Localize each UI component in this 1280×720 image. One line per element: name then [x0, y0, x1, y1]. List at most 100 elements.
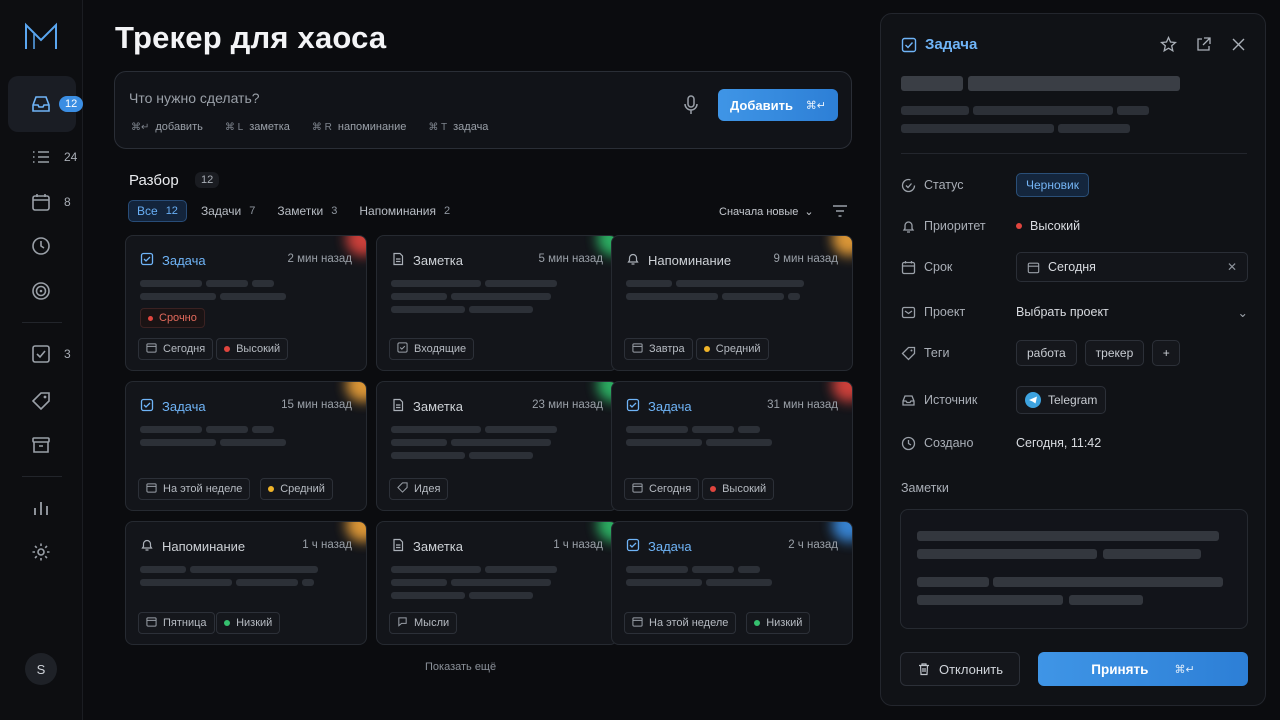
text-placeholder — [626, 579, 702, 586]
gear-icon — [30, 541, 52, 563]
inbox-icon — [30, 93, 52, 115]
field-source: Источник Telegram — [901, 385, 1247, 415]
card-tag[interactable]: На этой неделе — [624, 612, 737, 634]
archive-icon — [30, 434, 52, 456]
filter-tasks[interactable]: Задачи 7 — [193, 200, 263, 222]
filter-notes[interactable]: Заметки 3 — [269, 200, 345, 222]
card-reminder[interactable]: Напоминание 1 ч назад Пятница Низкий — [125, 521, 367, 645]
card-title: Задача — [648, 539, 692, 554]
card-title: Заметка — [413, 399, 463, 414]
text-placeholder — [391, 592, 465, 599]
clear-icon[interactable]: ✕ — [1227, 260, 1237, 274]
calendar-icon — [1027, 262, 1040, 273]
rail-item-list[interactable]: 24 — [8, 137, 78, 177]
text-placeholder — [391, 293, 447, 300]
card-tag[interactable]: На этой неделе — [138, 478, 251, 500]
rail-item-inbox[interactable]: 12 — [8, 76, 84, 132]
text-placeholder — [469, 452, 533, 459]
checkbox-icon — [626, 538, 640, 555]
filter-all[interactable]: Все 12 — [128, 200, 187, 222]
inbox-icon — [397, 342, 408, 356]
card-tag[interactable]: Завтра — [624, 338, 693, 360]
due-value: Сегодня — [1048, 260, 1096, 274]
reject-button[interactable]: Отклонить — [900, 652, 1020, 686]
rail-divider — [22, 476, 62, 477]
card-tag[interactable]: Низкий — [746, 612, 811, 634]
card-note[interactable]: Заметка 1 ч назад Мысли — [376, 521, 618, 645]
capture-hints: ⌘↵ добавить ⌘ Lзаметка ⌘ Rнапоминание ⌘ T… — [131, 121, 488, 133]
detail-panel: Задача Статус Черновик Приоритет Высокий… — [880, 13, 1266, 706]
rail-item-done[interactable]: 3 — [8, 334, 76, 374]
detail-type: Задача — [901, 36, 977, 53]
filter-icon[interactable] — [832, 204, 848, 218]
hint-task: ⌘ Tзадача — [428, 121, 489, 133]
priority-value[interactable]: Высокий — [1016, 219, 1080, 233]
card-reminder[interactable]: Напоминание 9 мин назад Завтра Средний — [611, 235, 853, 371]
calendar-icon — [901, 260, 916, 274]
card-tag[interactable]: Сегодня — [624, 478, 700, 500]
status-badge[interactable]: Черновик — [1016, 173, 1089, 197]
title-placeholder — [968, 76, 1180, 91]
add-tag-button[interactable]: + — [1152, 340, 1181, 366]
card-tag[interactable]: Входящие — [389, 338, 475, 360]
microphone-icon[interactable] — [682, 95, 700, 115]
rail-item-settings[interactable] — [8, 532, 76, 572]
tag-chip[interactable]: трекер — [1084, 340, 1145, 366]
field-due: Срок Сегодня ✕ — [901, 252, 1248, 282]
source-chip[interactable]: Telegram — [1016, 386, 1107, 414]
rail-item-clock[interactable] — [8, 226, 76, 266]
card-tag[interactable]: Идея — [389, 478, 449, 500]
priority-dot — [710, 486, 717, 492]
accept-button[interactable]: Принять ⌘↵ — [1038, 652, 1248, 686]
list-icon — [30, 146, 52, 168]
card-note[interactable]: Заметка 5 мин назад Входящие — [376, 235, 618, 371]
rail-divider — [22, 322, 62, 323]
list-count: 24 — [64, 150, 78, 164]
rail-item-calendar[interactable]: 8 — [8, 182, 76, 222]
status-label: Статус — [924, 178, 964, 192]
rail-item-tags[interactable] — [8, 381, 76, 421]
due-date-field[interactable]: Сегодня ✕ — [1016, 252, 1248, 282]
tag-icon — [901, 346, 916, 360]
filter-reminders[interactable]: Напоминания 2 — [351, 200, 458, 222]
text-placeholder — [738, 566, 760, 573]
card-tag[interactable]: Пятница — [138, 612, 215, 634]
text-placeholder — [451, 579, 551, 586]
urgent-badge: Срочно — [140, 308, 205, 328]
capture-input[interactable] — [129, 88, 649, 108]
card-tag[interactable]: Низкий — [216, 612, 281, 634]
rail-item-archive[interactable] — [8, 425, 76, 465]
card-tag[interactable]: Мысли — [389, 612, 458, 634]
sort-dropdown[interactable]: Сначала новые ⌄ — [719, 205, 814, 219]
text-placeholder — [692, 426, 734, 433]
project-select[interactable]: Выбрать проект ⌄ — [1016, 305, 1248, 320]
card-tag[interactable]: Высокий — [216, 338, 289, 360]
user-avatar[interactable]: S — [25, 653, 57, 685]
field-status: Статус Черновик — [901, 170, 1247, 200]
text-placeholder — [220, 293, 286, 300]
tag-chip[interactable]: работа — [1016, 340, 1077, 366]
card-tag[interactable]: Средний — [695, 338, 769, 360]
rail-item-stats[interactable] — [8, 488, 76, 528]
text-placeholder — [451, 293, 551, 300]
card-task[interactable]: Задача 2 ч назад На этой неделе Низкий — [611, 521, 853, 645]
card-tag[interactable]: Высокий — [702, 478, 775, 500]
card-task[interactable]: Задача 2 мин назад Срочно Сегодня Высокий — [125, 235, 367, 371]
close-icon[interactable] — [1230, 36, 1247, 53]
card-tag[interactable]: Средний — [260, 478, 333, 500]
card-title: Напоминание — [162, 539, 246, 554]
card-tag[interactable]: Сегодня — [138, 338, 214, 360]
star-icon[interactable] — [1159, 35, 1178, 53]
add-button[interactable]: Добавить ⌘↵ — [718, 89, 838, 121]
card-task[interactable]: Задача 15 мин назад На этой неделе Средний — [125, 381, 367, 511]
open-external-icon[interactable] — [1195, 36, 1212, 53]
tags-label: Теги — [924, 346, 950, 360]
show-more-link[interactable]: Показать ещё — [425, 661, 496, 673]
notes-textarea[interactable] — [900, 509, 1248, 629]
rail-item-target[interactable] — [8, 271, 76, 311]
filter-tabs: Все 12 Задачи 7 Заметки 3 Напоминания 2 — [128, 200, 458, 222]
card-note[interactable]: Заметка 23 мин назад Идея — [376, 381, 618, 511]
card-task[interactable]: Задача 31 мин назад Сегодня Высокий — [611, 381, 853, 511]
folder-icon — [901, 306, 916, 318]
telegram-icon — [1025, 392, 1041, 408]
